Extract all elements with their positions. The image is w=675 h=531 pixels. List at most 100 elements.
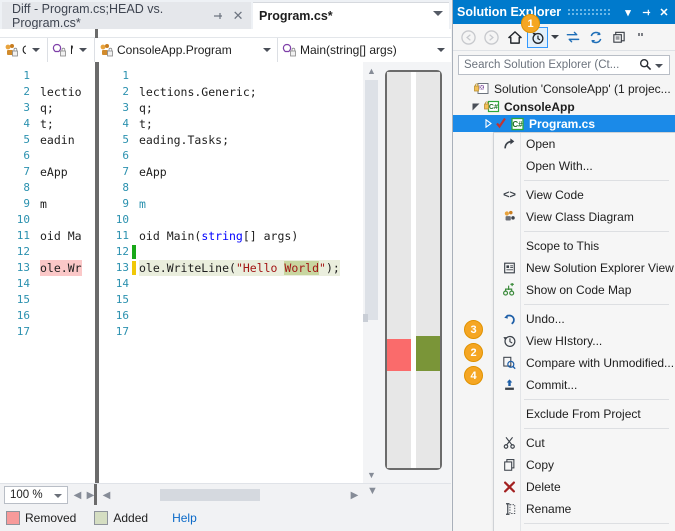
menu-item-view-class-diagram[interactable]: View Class Diagram	[494, 206, 675, 228]
scroll-down-icon[interactable]: ▼	[363, 466, 380, 483]
sync-icon[interactable]	[562, 27, 583, 48]
code-line[interactable]: 2lectio	[0, 84, 95, 100]
nav-left-class-dropdown[interactable]: C	[0, 38, 48, 62]
tree-item-solution[interactable]: Solution 'ConsoleApp' (1 projec...	[453, 80, 675, 97]
code-line[interactable]: 12	[99, 244, 363, 260]
twisty-expanded-icon[interactable]	[471, 101, 482, 112]
chevron-down-icon[interactable]	[79, 48, 87, 52]
code-line[interactable]: 6	[99, 148, 363, 164]
code-line[interactable]: 7eApp	[0, 164, 95, 180]
close-icon[interactable]: ✕	[656, 3, 672, 21]
code-line[interactable]: 15	[0, 292, 95, 308]
chevron-down-icon[interactable]	[263, 48, 271, 52]
menu-item-open-with[interactable]: Open With...	[494, 155, 675, 177]
scroll-up-icon[interactable]: ▲	[363, 62, 380, 79]
scroll-left-icon-new[interactable]: ◀	[100, 488, 113, 502]
scroll-left-icon-old[interactable]: ◀	[71, 488, 84, 502]
chevron-down-icon[interactable]	[54, 494, 62, 498]
pin-icon[interactable]	[638, 3, 654, 21]
diff-pane-old[interactable]: 12lectio3q;4t;5eadin67eApp89m1011oid Ma1…	[0, 62, 95, 483]
code-line[interactable]: 12	[0, 244, 95, 260]
close-icon[interactable]: ✕	[231, 8, 245, 24]
code-line[interactable]: 16	[99, 308, 363, 324]
code-line[interactable]: 4t;	[99, 116, 363, 132]
chevron-down-icon[interactable]	[550, 27, 560, 48]
vertical-scrollbar[interactable]: ▲ ▼	[363, 62, 380, 483]
pin-icon[interactable]	[211, 8, 225, 24]
menu-item-open[interactable]: Open	[494, 133, 675, 155]
code-line[interactable]: 3q;	[0, 100, 95, 116]
menu-item-scope-to-this[interactable]: Scope to This	[494, 235, 675, 257]
chevron-down-icon[interactable]	[655, 64, 663, 68]
code-line[interactable]: 6	[0, 148, 95, 164]
nav-method-dropdown[interactable]: Main(string[] args)	[278, 38, 451, 62]
chevron-down-icon[interactable]: ▾	[620, 3, 636, 21]
forward-icon[interactable]	[481, 27, 502, 48]
code-line[interactable]: 9m	[99, 196, 363, 212]
code-line[interactable]: 10	[99, 212, 363, 228]
code-line[interactable]: 11oid Ma	[0, 228, 95, 244]
zoom-level-dropdown[interactable]: 100 %	[4, 486, 68, 504]
nav-class-dropdown[interactable]: ConsoleApp.Program	[95, 38, 278, 62]
code-line[interactable]: 13ole.Wr	[0, 260, 95, 276]
scroll-up-caret-icon[interactable]: ▼	[367, 485, 378, 497]
code-line[interactable]: 2lections.Generic;	[99, 84, 363, 100]
code-line[interactable]: 13ole.WriteLine("Hello World");	[99, 260, 363, 276]
code-line[interactable]: 4t;	[0, 116, 95, 132]
menu-item-properties[interactable]: Properties	[494, 527, 675, 531]
code-line[interactable]: 10	[0, 212, 95, 228]
code-line[interactable]: 14	[99, 276, 363, 292]
menu-item-exclude-from-project[interactable]: Exclude From Project	[494, 403, 675, 425]
menu-item-rename[interactable]: Rename	[494, 498, 675, 520]
collapse-all-icon[interactable]	[608, 27, 629, 48]
twisty-icon[interactable]	[461, 83, 472, 94]
tree-item-project[interactable]: C# ConsoleApp	[453, 98, 675, 115]
code-line[interactable]: 1	[0, 68, 95, 84]
search-input[interactable]: Search Solution Explorer (Ct...	[458, 55, 670, 75]
home-icon[interactable]	[504, 27, 525, 48]
code-line[interactable]: 8	[99, 180, 363, 196]
twisty-collapsed-icon[interactable]	[483, 118, 494, 129]
tab-diff-program-cs[interactable]: Diff - Program.cs;HEAD vs. Program.cs* ✕	[2, 2, 251, 29]
code-line[interactable]: 17	[0, 324, 95, 340]
code-line[interactable]: 5eadin	[0, 132, 95, 148]
code-line[interactable]: 5eading.Tasks;	[99, 132, 363, 148]
menu-item-commit[interactable]: Commit...	[494, 374, 675, 396]
code-line[interactable]: 11oid Main(string[] args)	[99, 228, 363, 244]
code-line[interactable]: 17	[99, 324, 363, 340]
tree-item-program-cs[interactable]: C# Program.cs	[453, 115, 675, 132]
back-icon[interactable]	[458, 27, 479, 48]
refresh-icon[interactable]	[585, 27, 606, 48]
diff-pane-new[interactable]: 12lections.Generic;3q;4t;5eading.Tasks;6…	[99, 62, 363, 483]
diff-overview-map[interactable]	[385, 70, 442, 470]
tab-program-cs[interactable]: Program.cs*	[253, 2, 449, 29]
menu-item-view-history[interactable]: View HIstory...	[494, 330, 675, 352]
code-line[interactable]: 3q;	[99, 100, 363, 116]
chevron-down-icon[interactable]	[437, 48, 445, 52]
menu-item-show-on-code-map[interactable]: Show on Code Map	[494, 279, 675, 301]
scrollbar-thumb[interactable]	[365, 80, 378, 320]
menu-item-cut[interactable]: Cut	[494, 432, 675, 454]
search-icon[interactable]	[639, 58, 652, 74]
code-line[interactable]: 7eApp	[99, 164, 363, 180]
titlebar-grip[interactable]	[567, 8, 612, 16]
scroll-right-icon-new[interactable]: ▶	[348, 488, 361, 502]
menu-item-delete[interactable]: Delete	[494, 476, 675, 498]
menu-item-compare-with-unmodified[interactable]: Compare with Unmodified...	[494, 352, 675, 374]
menu-item-new-solution-explorer-view[interactable]: New Solution Explorer View	[494, 257, 675, 279]
code-line[interactable]: 14	[0, 276, 95, 292]
chevron-down-icon[interactable]	[32, 48, 40, 52]
menu-item-copy[interactable]: Copy	[494, 454, 675, 476]
code-line[interactable]: 16	[0, 308, 95, 324]
code-line[interactable]: 1	[99, 68, 363, 84]
help-link[interactable]: Help	[172, 511, 197, 525]
overflow-icon[interactable]	[631, 27, 652, 48]
nav-left-method-dropdown[interactable]: M	[48, 38, 95, 62]
menu-item-view-code[interactable]: <>View Code	[494, 184, 675, 206]
menu-item-undo[interactable]: Undo...	[494, 308, 675, 330]
chevron-down-icon[interactable]	[433, 11, 443, 16]
horizontal-scrollbar-thumb[interactable]	[160, 489, 260, 501]
code-line[interactable]: 15	[99, 292, 363, 308]
code-line[interactable]: 8	[0, 180, 95, 196]
code-line[interactable]: 9m	[0, 196, 95, 212]
